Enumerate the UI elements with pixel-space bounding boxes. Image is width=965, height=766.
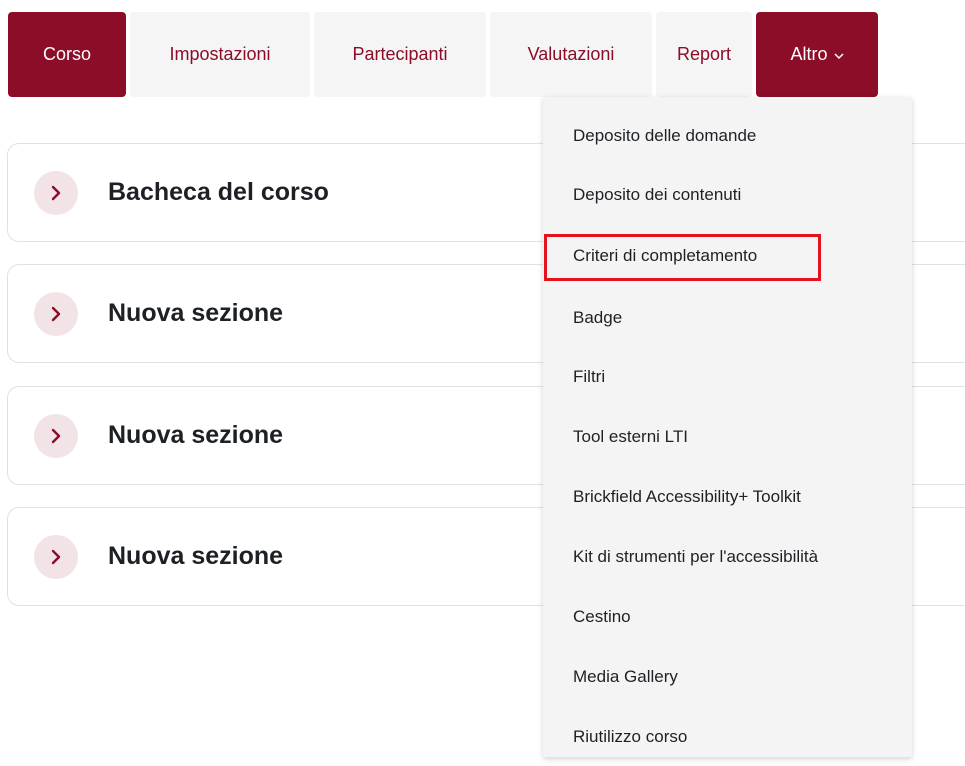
tab-label: Impostazioni [169, 44, 271, 64]
menu-item-label: Media Gallery [573, 667, 678, 686]
tab-label: Valutazioni [527, 44, 615, 64]
tab-impostazioni[interactable]: Impostazioni [130, 12, 310, 97]
menu-item-deposito-domande[interactable]: Deposito delle domande [543, 107, 912, 165]
chevron-right-icon [50, 549, 62, 565]
section-toggle-button[interactable] [34, 534, 78, 579]
section-toggle-button[interactable] [34, 413, 78, 458]
menu-item-label: Brickfield Accessibility+ Toolkit [573, 487, 801, 506]
menu-item-label: Riutilizzo corso [573, 727, 688, 746]
tab-corso[interactable]: Corso [8, 12, 126, 97]
section-toggle-button[interactable] [34, 291, 78, 336]
menu-item-label: Deposito delle domande [573, 126, 757, 145]
menu-item-badge[interactable]: Badge [543, 289, 912, 347]
section-title[interactable]: Nuova sezione [108, 299, 283, 328]
menu-item-kit-accessibilita[interactable]: Kit di strumenti per l'accessibilità [543, 528, 912, 586]
chevron-right-icon [50, 185, 62, 201]
section-title[interactable]: Bacheca del corso [108, 178, 329, 207]
course-nav: Corso Impostazioni Partecipanti Valutazi… [8, 12, 878, 97]
tab-valutazioni[interactable]: Valutazioni [490, 12, 652, 97]
chevron-right-icon [50, 428, 62, 444]
menu-item-filtri[interactable]: Filtri [543, 348, 912, 406]
chevron-right-icon [50, 306, 62, 322]
section-title[interactable]: Nuova sezione [108, 421, 283, 450]
tab-label: Corso [42, 44, 91, 64]
section-toggle-button[interactable] [34, 170, 78, 215]
menu-item-deposito-contenuti[interactable]: Deposito dei contenuti [543, 166, 912, 224]
tab-partecipanti[interactable]: Partecipanti [314, 12, 486, 97]
menu-item-cestino[interactable]: Cestino [543, 588, 912, 646]
menu-item-label: Tool esterni LTI [573, 427, 688, 446]
tab-label: Report [676, 44, 732, 64]
chevron-down-icon [833, 49, 844, 63]
menu-item-criteri-completamento[interactable]: Criteri di completamento [543, 227, 912, 285]
menu-item-label: Badge [573, 308, 623, 327]
menu-item-brickfield-toolkit[interactable]: Brickfield Accessibility+ Toolkit [543, 468, 912, 526]
tab-altro[interactable]: Altro [756, 12, 878, 97]
tab-label: Partecipanti [352, 44, 448, 64]
menu-item-tool-esterni-lti[interactable]: Tool esterni LTI [543, 408, 912, 466]
menu-item-riutilizzo-corso[interactable]: Riutilizzo corso [543, 708, 912, 766]
altro-dropdown-menu: Deposito delle domande Deposito dei cont… [543, 97, 912, 757]
menu-item-label: Deposito dei contenuti [573, 185, 742, 204]
tab-report[interactable]: Report [656, 12, 752, 97]
menu-item-label: Criteri di completamento [573, 246, 758, 265]
tab-label: Altro [790, 44, 828, 64]
menu-item-label: Filtri [573, 367, 606, 386]
menu-item-media-gallery[interactable]: Media Gallery [543, 648, 912, 706]
menu-item-label: Cestino [573, 607, 631, 626]
menu-item-label: Kit di strumenti per l'accessibilità [573, 547, 819, 566]
section-title[interactable]: Nuova sezione [108, 542, 283, 571]
